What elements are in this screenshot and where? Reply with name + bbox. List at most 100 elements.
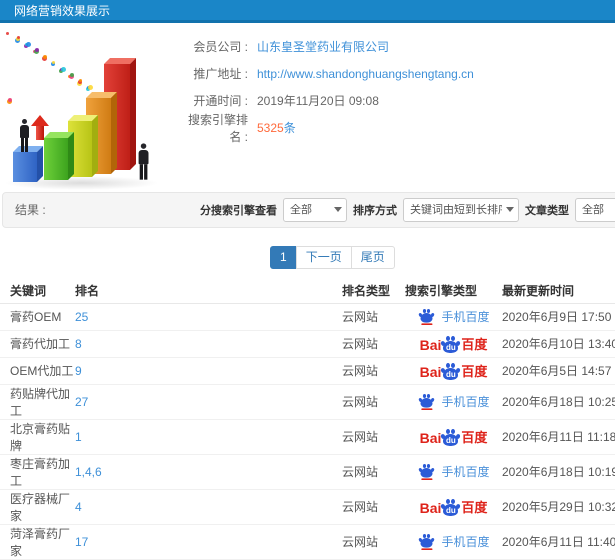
- keyword-cell: 枣庄膏药加工: [0, 454, 75, 490]
- next-page-button[interactable]: 下一页: [295, 246, 352, 269]
- table-row: 膏药代加工 8 云网站 Bai du 百度 2020年6月10日 13:40: [0, 330, 615, 358]
- rank-count: 5325: [257, 121, 284, 135]
- rank-type-cell: 云网站: [342, 357, 405, 385]
- info-row-company: 会员公司 : 山东皇圣堂药业有限公司: [178, 33, 615, 60]
- rank-type-cell: 云网站: [342, 330, 405, 358]
- company-label: 会员公司 :: [193, 40, 248, 54]
- results-table: 关键词 排名 排名类型 搜索引擎类型 最新更新时间 膏药OEM 25 云网站 手机百…: [0, 278, 615, 560]
- table-body: 膏药OEM 25 云网站 手机百度 2020年6月9日 17:50 膏药代加工 8 云网站 …: [0, 303, 615, 560]
- last-page-button[interactable]: 尾页: [350, 246, 395, 269]
- baidu-paw-icon: [418, 393, 436, 408]
- result-label: 结果 :: [15, 203, 46, 217]
- col-engine-type: 搜索引擎类型: [405, 278, 502, 304]
- opened-time-label: 开通时间 :: [193, 94, 248, 108]
- window-header: 网络营销效果展示: [0, 0, 615, 23]
- baidu-paw-icon: [418, 533, 436, 548]
- opened-time-value: 2019年11月20日 09:08: [257, 94, 379, 108]
- table-row: 医疗器械厂家 4 云网站 Bai du 百度 2020年5月29日 10:32: [0, 489, 615, 525]
- table-row: 菏泽膏药厂家 17 云网站 手机百度 2020年6月11日 11:40: [0, 524, 615, 560]
- bar-green: [44, 138, 68, 180]
- baidu-logo-icon: Bai du 百度: [419, 363, 488, 380]
- keyword-cell: 菏泽膏药厂家: [0, 524, 75, 560]
- rank-link[interactable]: 1: [75, 430, 82, 444]
- businessman-figure: [17, 119, 31, 152]
- sort-filter-label: 排序方式: [353, 205, 397, 217]
- table-row: 药贴牌代加工 27 云网站 手机百度 2020年6月18日 10:25: [0, 384, 615, 420]
- rank-type-cell: 云网站: [342, 454, 405, 490]
- keyword-cell: 北京膏药贴牌: [0, 419, 75, 455]
- company-link[interactable]: 山东皇圣堂药业有限公司: [257, 38, 389, 55]
- businessman-figure: [135, 143, 150, 180]
- updated-cell: 2020年6月9日 17:50: [502, 303, 615, 331]
- engine-type-cell: Bai du 百度: [405, 419, 502, 455]
- table-row: 膏药OEM 25 云网站 手机百度 2020年6月9日 17:50: [0, 303, 615, 331]
- baidu-logo-icon: Bai du 百度: [419, 429, 488, 446]
- rank-type-cell: 云网站: [342, 303, 405, 331]
- rank-type-cell: 云网站: [342, 419, 405, 455]
- rank-link[interactable]: 9: [75, 364, 82, 378]
- updated-cell: 2020年6月11日 11:18: [502, 419, 615, 455]
- updated-cell: 2020年6月5日 14:57: [502, 357, 615, 385]
- rank-link[interactable]: 17: [75, 535, 88, 549]
- table-row: 枣庄膏药加工 1,4,6 云网站 手机百度 2020年6月18日 10:19: [0, 454, 615, 490]
- keyword-cell: 膏药OEM: [0, 303, 75, 331]
- engine-type-cell: Bai du 百度: [405, 357, 502, 385]
- baidu-logo-icon: Bai du 百度: [419, 336, 488, 353]
- engine-type-cell: 手机百度: [405, 303, 502, 331]
- baidu-paw-icon: [418, 308, 436, 323]
- table-header-row: 关键词 排名 排名类型 搜索引擎类型 最新更新时间: [0, 278, 615, 304]
- baidu-paw-icon: du: [440, 429, 462, 446]
- filter-bar: 结果 : 分搜索引擎查看 全部 排序方式 关键词由短到长排序 文章类型 全部 提…: [2, 192, 615, 228]
- up-arrow-icon: [31, 115, 49, 140]
- mobile-baidu-icon: 手机百度: [417, 462, 490, 482]
- table-row: 北京膏药贴牌 1 云网站 Bai du 百度 2020年6月11日 11:18: [0, 419, 615, 455]
- engine-type-cell: 手机百度: [405, 454, 502, 490]
- bar-chart-graphic: [0, 26, 175, 190]
- mobile-baidu-icon: 手机百度: [417, 392, 490, 412]
- col-rank: 排名: [75, 278, 342, 304]
- rank-link[interactable]: 1,4,6: [75, 465, 102, 479]
- col-keyword: 关键词: [0, 278, 75, 304]
- keyword-cell: 医疗器械厂家: [0, 489, 75, 525]
- mobile-baidu-icon: 手机百度: [417, 307, 490, 327]
- engine-type-cell: Bai du 百度: [405, 330, 502, 358]
- bar-blue: [13, 152, 37, 182]
- rank-link[interactable]: 27: [75, 395, 88, 409]
- engine-type-cell: 手机百度: [405, 384, 502, 420]
- article-type-select[interactable]: 全部: [575, 198, 615, 222]
- engine-type-cell: 手机百度: [405, 524, 502, 560]
- promotion-url-label: 推广地址 :: [193, 67, 248, 81]
- rank-link[interactable]: 25: [75, 310, 88, 324]
- rank-link[interactable]: 8: [75, 337, 82, 351]
- info-row-rank: 搜索引擎排名 : 5325条: [178, 113, 615, 144]
- rank-unit[interactable]: 条: [284, 121, 296, 135]
- engine-rank-label: 搜索引擎排名 :: [187, 112, 248, 144]
- baidu-paw-icon: [418, 463, 436, 478]
- filter-group: 分搜索引擎查看 全部 排序方式 关键词由短到长排序 文章类型 全部 提交: [200, 193, 615, 227]
- member-info-panel: 会员公司 : 山东皇圣堂药业有限公司 推广地址 : http://www.sha…: [178, 33, 615, 144]
- rank-type-cell: 云网站: [342, 524, 405, 560]
- page-title: 网络营销效果展示: [14, 4, 111, 18]
- page-1-button[interactable]: 1: [270, 246, 297, 269]
- article-type-label: 文章类型: [525, 205, 569, 217]
- updated-cell: 2020年6月18日 10:25: [502, 384, 615, 420]
- mobile-baidu-icon: 手机百度: [417, 532, 490, 552]
- baidu-logo-icon: Bai du 百度: [419, 499, 488, 516]
- pagination: 1 下一页 尾页: [270, 246, 395, 269]
- col-updated: 最新更新时间: [502, 278, 615, 304]
- col-rank-type: 排名类型: [342, 278, 405, 304]
- engine-type-cell: Bai du 百度: [405, 489, 502, 525]
- rank-link[interactable]: 4: [75, 500, 82, 514]
- updated-cell: 2020年6月10日 13:40: [502, 330, 615, 358]
- baidu-paw-icon: du: [440, 499, 462, 516]
- rank-type-cell: 云网站: [342, 489, 405, 525]
- promotion-url-link[interactable]: http://www.shandonghuangshengtang.cn: [257, 67, 474, 81]
- keyword-cell: 药贴牌代加工: [0, 384, 75, 420]
- sort-filter-select[interactable]: 关键词由短到长排序: [403, 198, 519, 222]
- keyword-cell: 膏药代加工: [0, 330, 75, 358]
- engine-filter-select[interactable]: 全部: [283, 198, 347, 222]
- baidu-paw-icon: du: [440, 336, 462, 353]
- table-row: OEM代加工 9 云网站 Bai du 百度 2020年6月5日 14:57: [0, 357, 615, 385]
- engine-filter-label: 分搜索引擎查看: [200, 205, 277, 217]
- baidu-paw-icon: du: [440, 363, 462, 380]
